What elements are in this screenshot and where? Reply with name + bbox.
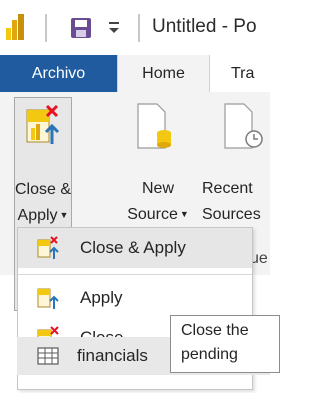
tab-home[interactable]: Home bbox=[117, 55, 210, 92]
menu-item-label: Close & Apply bbox=[80, 238, 186, 257]
menu-separator bbox=[18, 274, 252, 275]
title-divider bbox=[45, 14, 47, 42]
title-bar: Untitled - Po bbox=[0, 0, 270, 56]
tooltip-line-1: Close the bbox=[181, 322, 249, 339]
title-divider-2 bbox=[138, 14, 140, 42]
menu-item-label: Apply bbox=[80, 288, 123, 307]
close-apply-label-2: Apply ▼ bbox=[17, 207, 69, 224]
table-icon bbox=[37, 347, 59, 365]
close-apply-label-1: Close & bbox=[15, 181, 72, 198]
quick-access-dropdown-icon[interactable] bbox=[108, 18, 120, 38]
new-source-caret-icon: ▼ bbox=[179, 209, 189, 220]
new-source-label-1: New bbox=[141, 180, 174, 197]
window-title: Untitled - Po bbox=[152, 16, 257, 37]
recent-sources-button[interactable]: Recent Sources bbox=[202, 97, 270, 227]
tab-transform[interactable]: Tra bbox=[231, 55, 254, 92]
recent-sources-label-1: Recent bbox=[202, 180, 253, 197]
powerbi-logo-icon bbox=[6, 14, 24, 40]
new-source-label-2: Source ▼ bbox=[127, 206, 189, 223]
menu-item-close-apply[interactable]: Close & Apply bbox=[18, 228, 252, 268]
new-source-icon bbox=[137, 103, 171, 149]
tooltip: Close the pending bbox=[170, 315, 280, 373]
recent-sources-icon bbox=[224, 103, 270, 149]
close-apply-caret-icon: ▼ bbox=[59, 210, 69, 221]
ribbon-tabs: Archivo Home Tra bbox=[0, 55, 270, 93]
table-name: financials bbox=[77, 346, 148, 365]
recent-sources-label-2: Sources bbox=[202, 206, 261, 223]
tab-archivo[interactable]: Archivo bbox=[0, 55, 117, 92]
tooltip-line-2: pending bbox=[181, 346, 238, 363]
close-apply-icon bbox=[37, 236, 59, 260]
menu-item-apply[interactable]: Apply bbox=[18, 278, 252, 318]
new-source-button[interactable]: New Source ▼ bbox=[118, 97, 198, 227]
apply-icon bbox=[37, 286, 59, 310]
save-icon[interactable] bbox=[70, 17, 92, 39]
close-apply-large-icon bbox=[25, 104, 61, 146]
